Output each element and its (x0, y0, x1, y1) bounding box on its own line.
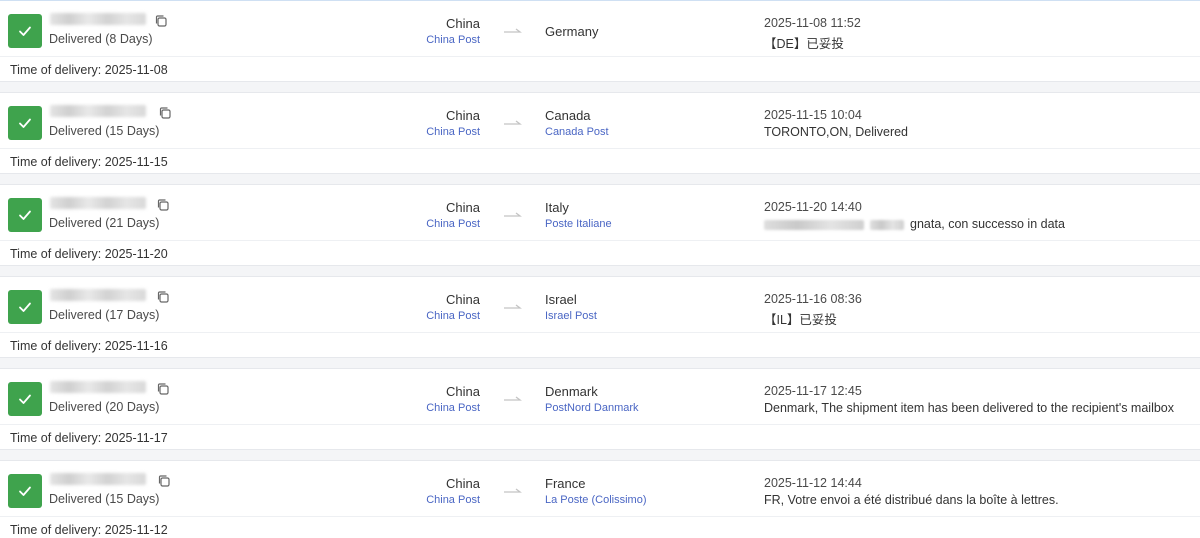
shipment-card: Delivered (8 Days) China China Post Germ… (0, 0, 1200, 82)
time-of-delivery: Time of delivery: 2025-11-17 (10, 431, 168, 445)
delivered-status-icon[interactable] (8, 198, 42, 232)
destination-carrier-link[interactable]: Canada Post (545, 126, 609, 138)
destination-country: Israel (545, 292, 577, 307)
shipment-card: Delivered (15 Days) China China Post Fra… (0, 460, 1200, 538)
latest-event-description-text: gnata, con successo in data (910, 217, 1065, 231)
shipment-summary-row[interactable]: Delivered (21 Days) China China Post Ita… (0, 185, 1200, 241)
origin-carrier-link[interactable]: China Post (426, 218, 480, 230)
arrow-right-icon (504, 120, 522, 125)
shipment-summary-row[interactable]: Delivered (15 Days) China China Post Can… (0, 93, 1200, 149)
latest-event-description: Denmark, The shipment item has been deli… (764, 401, 1175, 415)
shipment-card: Delivered (21 Days) China China Post Ita… (0, 184, 1200, 266)
arrow-right-icon (504, 212, 522, 217)
arrow-right-icon (504, 304, 522, 309)
delivery-status: Delivered (15 Days) (49, 492, 160, 506)
latest-event-description: 【DE】已妥投 (764, 37, 844, 51)
tracking-number-redacted (50, 105, 146, 117)
time-of-delivery: Time of delivery: 2025-11-12 (10, 523, 168, 537)
delivered-status-icon[interactable] (8, 14, 42, 48)
delivered-status-icon[interactable] (8, 382, 42, 416)
delivery-status: Delivered (21 Days) (49, 216, 160, 230)
destination-carrier-link[interactable]: La Poste (Colissimo) (545, 494, 646, 506)
latest-event-description: TORONTO,ON, Delivered (764, 125, 909, 139)
arrow-right-icon (504, 28, 522, 33)
tracking-number-redacted (50, 381, 146, 393)
shipment-summary-row[interactable]: Delivered (20 Days) China China Post Den… (0, 369, 1200, 425)
shipment-summary-row[interactable]: Delivered (8 Days) China China Post Germ… (0, 1, 1200, 57)
destination-country: France (545, 476, 586, 491)
copy-icon[interactable] (157, 474, 171, 488)
delivery-status: Delivered (17 Days) (49, 308, 160, 322)
destination-country: Denmark (545, 384, 598, 399)
latest-event-description: FR, Votre envoi a été distribué dans la … (764, 493, 1059, 507)
shipment-summary-row[interactable]: Delivered (15 Days) China China Post Fra… (0, 461, 1200, 517)
time-of-delivery: Time of delivery: 2025-11-20 (10, 247, 168, 261)
copy-icon[interactable] (158, 106, 172, 120)
origin-carrier-link[interactable]: China Post (426, 494, 480, 506)
latest-event-time: 2025-11-20 14:40 (764, 200, 862, 214)
shipment-card: Delivered (17 Days) China China Post Isr… (0, 276, 1200, 358)
shipment-card: Delivered (20 Days) China China Post Den… (0, 368, 1200, 450)
latest-event-time: 2025-11-16 08:36 (764, 292, 862, 306)
delivery-status: Delivered (8 Days) (49, 32, 153, 46)
check-icon (19, 210, 31, 220)
check-icon (19, 302, 31, 312)
destination-carrier-link[interactable]: Poste Italiane (545, 218, 612, 230)
shipment-card: Delivered (15 Days) China China Post Can… (0, 92, 1200, 174)
destination-country: Germany (545, 24, 599, 39)
redacted-text (764, 219, 864, 230)
delivery-status: Delivered (20 Days) (49, 400, 160, 414)
copy-icon[interactable] (156, 290, 170, 304)
latest-event-time: 2025-11-12 14:44 (764, 476, 862, 490)
latest-event-time: 2025-11-08 11:52 (764, 16, 861, 30)
origin-country: China (446, 384, 480, 399)
origin-country: China (446, 16, 480, 31)
delivered-status-icon[interactable] (8, 106, 42, 140)
destination-country: Italy (545, 200, 569, 215)
copy-icon[interactable] (156, 198, 170, 212)
destination-carrier-link[interactable]: Israel Post (545, 310, 597, 322)
shipment-summary-row[interactable]: Delivered (17 Days) China China Post Isr… (0, 277, 1200, 333)
redacted-text (870, 219, 904, 230)
copy-icon[interactable] (156, 382, 170, 396)
origin-country: China (446, 476, 480, 491)
time-of-delivery: Time of delivery: 2025-11-16 (10, 339, 168, 353)
latest-event-description: gnata, con successo in data (764, 217, 1065, 231)
time-of-delivery: Time of delivery: 2025-11-08 (10, 63, 168, 77)
destination-country: Canada (545, 108, 591, 123)
latest-event-time: 2025-11-17 12:45 (764, 384, 862, 398)
copy-icon[interactable] (154, 14, 168, 28)
tracking-number-redacted (50, 289, 146, 301)
origin-carrier-link[interactable]: China Post (426, 402, 480, 414)
origin-country: China (446, 292, 480, 307)
check-icon (19, 26, 31, 36)
origin-carrier-link[interactable]: China Post (426, 126, 480, 138)
check-icon (19, 486, 31, 496)
latest-event-description: 【IL】已妥投 (764, 313, 837, 327)
tracking-number-redacted (50, 197, 146, 209)
delivered-status-icon[interactable] (8, 290, 42, 324)
check-icon (19, 118, 31, 128)
origin-carrier-link[interactable]: China Post (426, 310, 480, 322)
origin-country: China (446, 200, 480, 215)
check-icon (19, 394, 31, 404)
tracking-number-redacted (50, 473, 146, 485)
tracking-number-redacted (50, 13, 146, 25)
time-of-delivery: Time of delivery: 2025-11-15 (10, 155, 168, 169)
origin-country: China (446, 108, 480, 123)
latest-event-time: 2025-11-15 10:04 (764, 108, 862, 122)
origin-carrier-link[interactable]: China Post (426, 34, 480, 46)
arrow-right-icon (504, 488, 522, 493)
shipment-list: Delivered (8 Days) China China Post Germ… (0, 0, 1200, 538)
destination-carrier-link[interactable]: PostNord Danmark (545, 402, 639, 414)
arrow-right-icon (504, 396, 522, 401)
delivery-status: Delivered (15 Days) (49, 124, 160, 138)
delivered-status-icon[interactable] (8, 474, 42, 508)
